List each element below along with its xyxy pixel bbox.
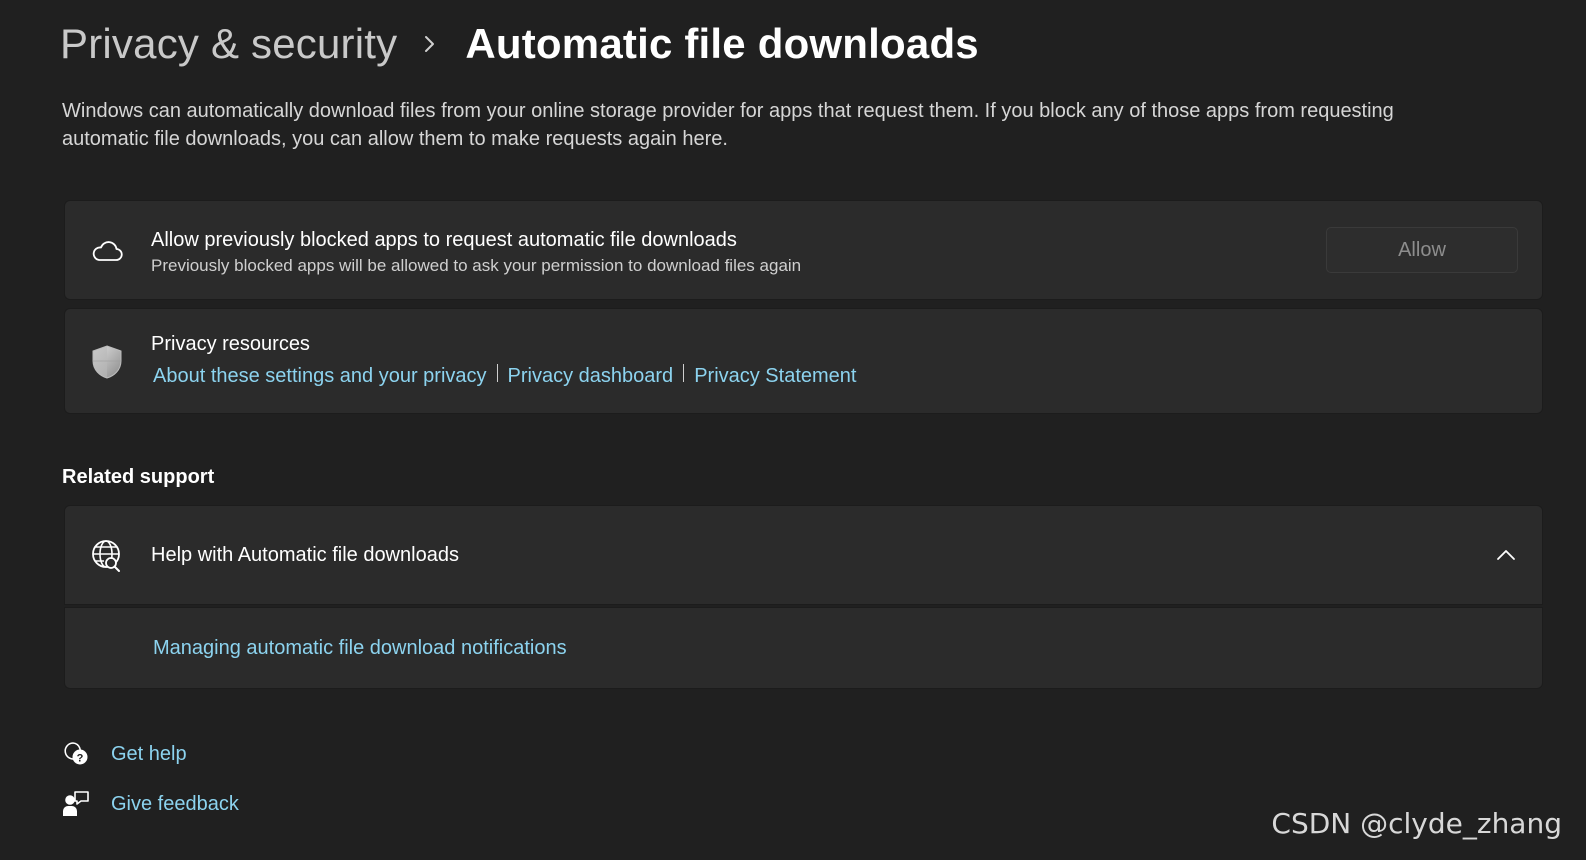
link-about-settings-privacy[interactable]: About these settings and your privacy bbox=[153, 365, 487, 388]
feedback-icon bbox=[62, 790, 90, 818]
breadcrumb-parent-privacy-security[interactable]: Privacy & security bbox=[60, 20, 397, 68]
get-help-link[interactable]: Get help bbox=[111, 743, 187, 766]
related-support-header: Related support bbox=[62, 466, 215, 488]
page-title: Automatic file downloads bbox=[465, 20, 979, 67]
allow-card-subtitle: Previously blocked apps will be allowed … bbox=[151, 256, 802, 275]
link-privacy-dashboard[interactable]: Privacy dashboard bbox=[508, 365, 674, 388]
give-feedback-link[interactable]: Give feedback bbox=[111, 793, 239, 816]
allow-blocked-apps-card: Allow previously blocked apps to request… bbox=[64, 200, 1543, 300]
globe-search-icon bbox=[89, 538, 125, 574]
chevron-right-icon bbox=[423, 34, 437, 54]
help-expander-title: Help with Automatic file downloads bbox=[151, 544, 459, 566]
watermark: CSDN @clyde_zhang bbox=[1271, 807, 1562, 840]
get-help-item[interactable]: ? Get help bbox=[62, 740, 187, 768]
shield-icon bbox=[89, 344, 125, 380]
give-feedback-item[interactable]: Give feedback bbox=[62, 790, 239, 818]
help-expander-content: Managing automatic file download notific… bbox=[64, 607, 1543, 689]
privacy-links: About these settings and your privacy Pr… bbox=[153, 363, 856, 388]
help-chat-icon: ? bbox=[62, 740, 90, 768]
privacy-resources-title: Privacy resources bbox=[151, 333, 310, 355]
breadcrumb: Privacy & security Automatic file downlo… bbox=[60, 14, 979, 74]
allow-button[interactable]: Allow bbox=[1326, 227, 1518, 273]
link-divider bbox=[683, 363, 685, 382]
help-expander-header[interactable]: Help with Automatic file downloads bbox=[64, 505, 1543, 605]
link-divider bbox=[496, 363, 498, 382]
privacy-resources-card: Privacy resources About these settings a… bbox=[64, 308, 1543, 414]
allow-card-title: Allow previously blocked apps to request… bbox=[151, 229, 737, 251]
link-managing-download-notifications[interactable]: Managing automatic file download notific… bbox=[153, 637, 567, 660]
cloud-icon bbox=[89, 233, 125, 269]
page-description: Windows can automatically download files… bbox=[62, 100, 1394, 150]
svg-text:?: ? bbox=[77, 753, 84, 765]
chevron-up-icon[interactable] bbox=[1494, 543, 1518, 567]
link-privacy-statement[interactable]: Privacy Statement bbox=[694, 365, 856, 388]
